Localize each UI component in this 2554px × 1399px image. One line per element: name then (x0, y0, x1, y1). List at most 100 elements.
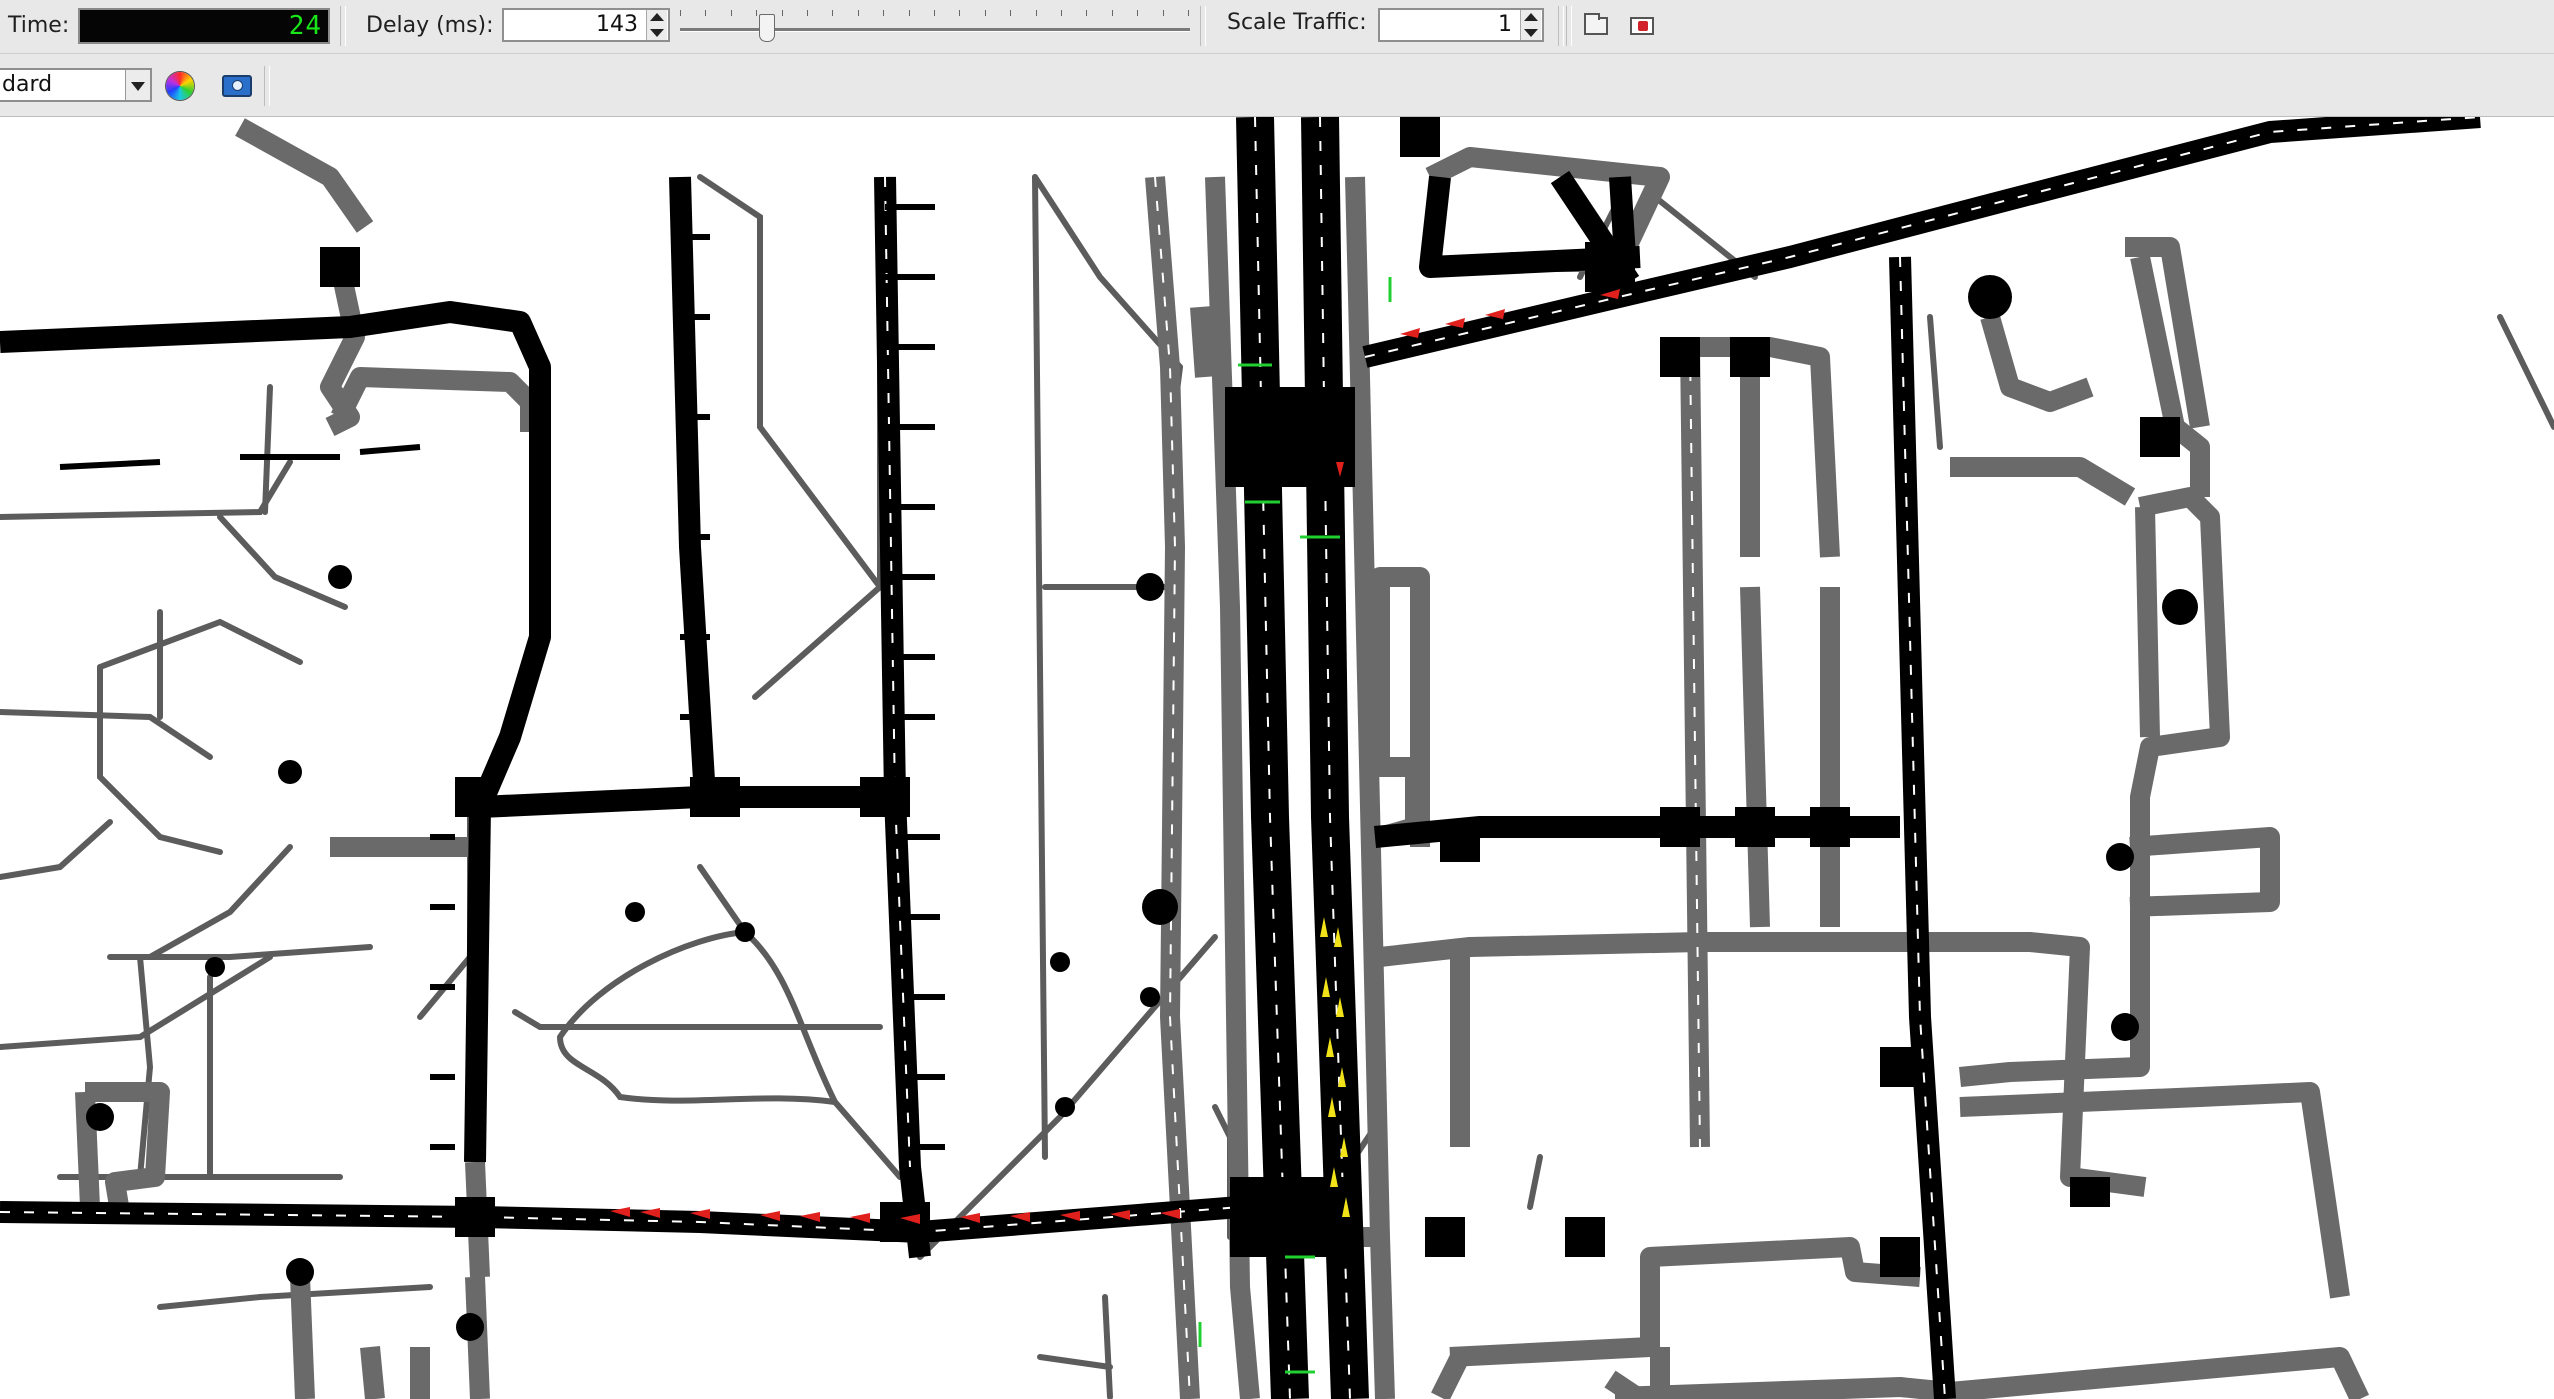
road-network-map[interactable] (0, 117, 2554, 1399)
path (107, 944, 373, 960)
spin-up-icon[interactable] (1524, 13, 1538, 21)
path (0, 709, 213, 760)
slider-tick (1188, 10, 1189, 16)
path (1032, 174, 1048, 1160)
time-display: 24 (78, 8, 330, 44)
slider-tick (1137, 10, 1138, 16)
slider-track (680, 28, 1190, 32)
junction (735, 922, 755, 942)
simulation-toolbar: Time: 24 Delay (ms): 143 Scale Traffic: … (0, 0, 2554, 54)
path (752, 344, 883, 700)
junction (286, 1258, 314, 1286)
spin-down-icon[interactable] (1524, 29, 1538, 37)
slider-tick (756, 10, 757, 16)
minor-road (1740, 586, 1770, 928)
junction (1735, 807, 1775, 847)
junction (2140, 417, 2180, 457)
minor-road (331, 367, 538, 422)
slider-tick (705, 10, 706, 16)
open-view-icon (1584, 13, 1608, 35)
view-toolbar: dard (0, 54, 2554, 117)
junction (455, 1197, 495, 1237)
visualization-scheme-value: dard (2, 72, 53, 97)
junction (1660, 337, 1700, 377)
junction (860, 777, 910, 817)
path (697, 864, 748, 935)
path (1037, 1354, 1113, 1370)
junction (205, 957, 225, 977)
junction (2162, 589, 2198, 625)
minor-road (1431, 1352, 1469, 1399)
camera-icon[interactable] (222, 75, 252, 97)
slider-tick (909, 10, 910, 16)
spin-down-icon[interactable] (650, 29, 664, 37)
junction (1400, 117, 1440, 157)
minor-road (290, 1276, 315, 1399)
junction (328, 565, 352, 589)
open-view-button[interactable] (1578, 10, 1614, 42)
slider-tick (807, 10, 808, 16)
slider-tick (1010, 10, 1011, 16)
minor-road (1950, 457, 2136, 506)
stub (59, 444, 421, 470)
slider-tick (985, 10, 986, 16)
toolbar-separator (1200, 6, 1206, 46)
slider-tick (934, 10, 935, 16)
junction (320, 247, 360, 287)
minor-road (2135, 506, 2160, 738)
junction (1880, 1047, 1920, 1087)
minor-road (1190, 306, 1215, 378)
path (557, 928, 841, 1106)
color-wheel-icon[interactable] (166, 72, 194, 100)
scale-traffic-spinner[interactable] (1520, 10, 1541, 40)
junction (278, 760, 302, 784)
path (0, 459, 293, 520)
junction (1230, 1177, 1360, 1257)
delay-input[interactable]: 143 (502, 8, 670, 42)
junction (1055, 1097, 1075, 1117)
minor-road (1614, 1347, 2370, 1399)
slider-tick (858, 10, 859, 16)
junction (456, 1313, 484, 1341)
junction (1730, 337, 1770, 377)
slider-tick (1036, 10, 1037, 16)
spin-up-icon[interactable] (650, 13, 664, 21)
path (2497, 314, 2554, 430)
minor-road (1604, 1370, 1646, 1399)
time-label: Time: (8, 13, 70, 38)
slider-tick (959, 10, 960, 16)
major-road (669, 176, 716, 798)
major-road (1362, 117, 2481, 368)
delay-slider[interactable] (680, 8, 1190, 44)
path (697, 174, 883, 590)
junction (2111, 1013, 2139, 1041)
chevron-down-icon[interactable] (125, 70, 150, 100)
close-view-button[interactable] (1624, 10, 1660, 42)
junction (1565, 1217, 1605, 1257)
path (97, 618, 303, 670)
path (0, 819, 113, 880)
visualization-scheme-select[interactable]: dard (0, 68, 152, 102)
junction (1136, 573, 1164, 601)
minor-road (1959, 487, 2230, 1087)
slider-thumb[interactable] (759, 14, 775, 42)
path (1927, 314, 1943, 450)
minor-road (1959, 1082, 2350, 1299)
path (1527, 1154, 1543, 1210)
delay-spinner[interactable] (646, 10, 667, 40)
delay-label: Delay (ms): (366, 13, 494, 38)
junction (455, 777, 495, 817)
network-view[interactable] (0, 117, 2554, 1399)
path (217, 514, 348, 610)
minor-road (360, 1346, 385, 1399)
junction (1968, 275, 2012, 319)
toolbar-separator (264, 66, 270, 106)
close-view-icon (1630, 17, 1654, 35)
junction (2070, 1177, 2110, 1207)
slider-tick (1112, 10, 1113, 16)
minor-road (1370, 567, 1430, 847)
junction (2106, 843, 2134, 871)
major-road (479, 786, 890, 818)
path (832, 1099, 903, 1180)
slider-tick (782, 10, 783, 16)
